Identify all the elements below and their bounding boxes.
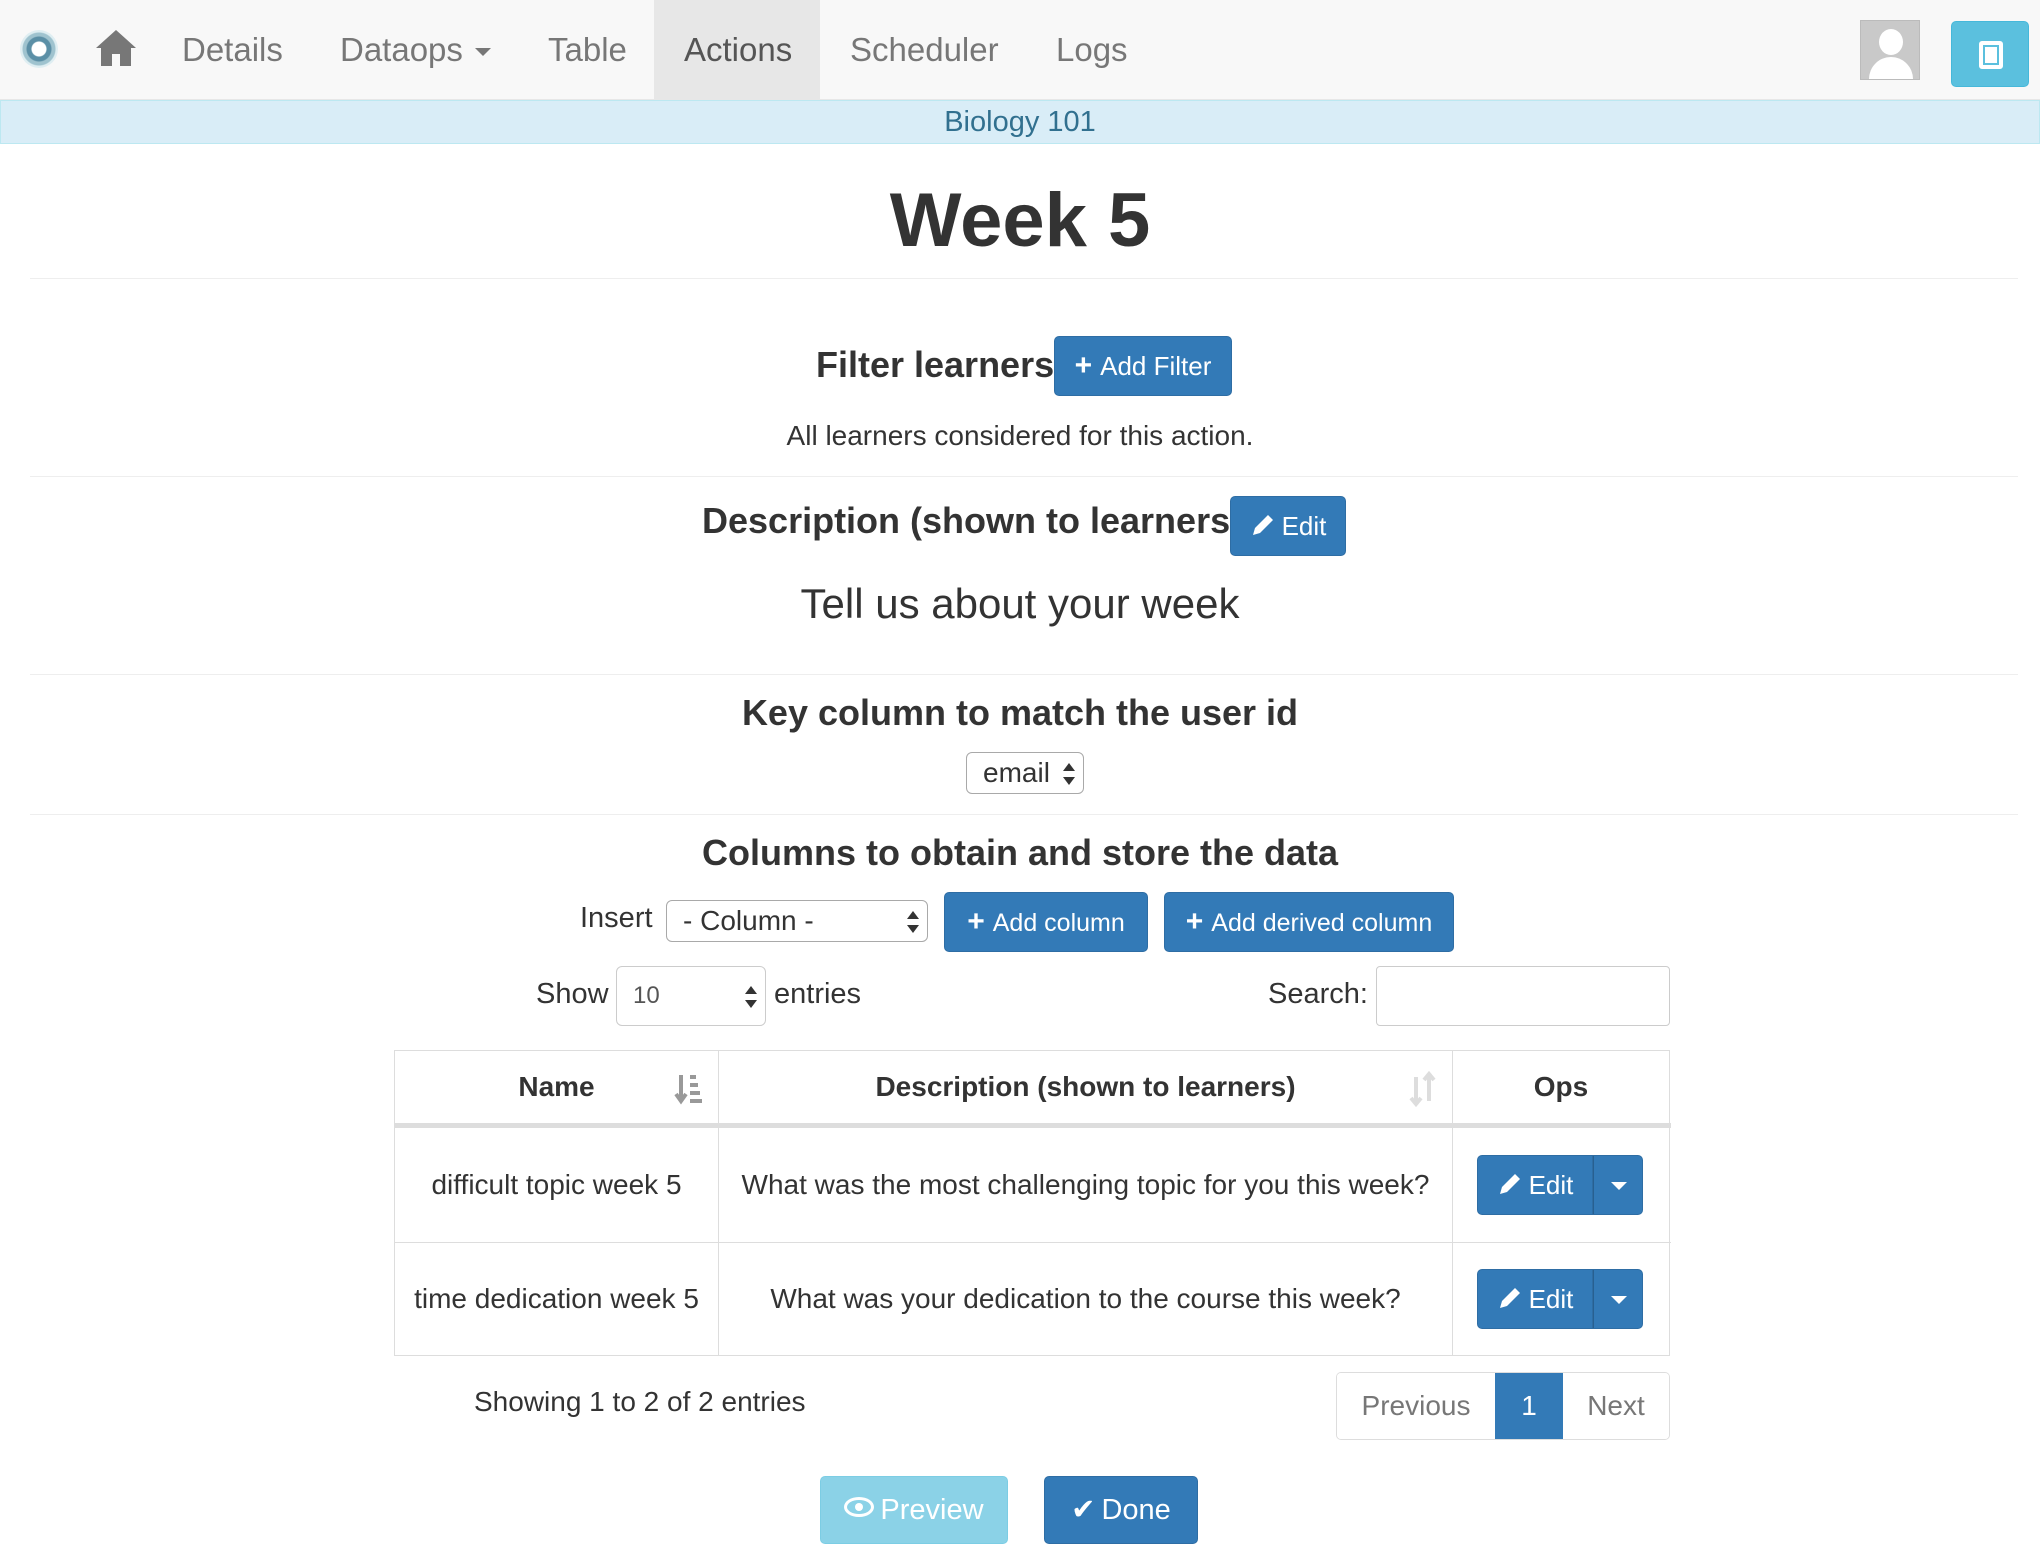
preview-button[interactable]: Preview xyxy=(820,1476,1008,1544)
description-heading: Description (shown to learners) xyxy=(702,500,1243,541)
pencil-icon xyxy=(1252,515,1273,535)
workflow-context-bar[interactable]: Biology 101 xyxy=(0,100,2040,144)
divider xyxy=(30,674,2018,675)
pagination-previous[interactable]: Previous xyxy=(1337,1373,1495,1439)
user-avatar[interactable] xyxy=(1860,20,1920,80)
filter-heading: Filter learners xyxy=(816,344,1055,385)
column-header-description[interactable]: Description (shown to learners) xyxy=(719,1051,1453,1123)
search-label: Search: xyxy=(1268,978,1368,1010)
table-header-row: Name Description (shown to learners) Ops xyxy=(395,1051,1671,1123)
divider xyxy=(30,278,2018,279)
column-header-ops: Ops xyxy=(1533,1071,1589,1102)
edit-column-split-button: Edit xyxy=(1477,1155,1643,1215)
page-size-value: 10 xyxy=(633,982,660,1009)
add-column-label: Add column xyxy=(992,909,1125,937)
sort-both-icon xyxy=(1409,1071,1436,1107)
table-info: Showing 1 to 2 of 2 entries xyxy=(474,1386,806,1417)
divider xyxy=(30,814,2018,815)
pencil-icon xyxy=(1499,1174,1520,1194)
filter-note: All learners considered for this action. xyxy=(786,420,1254,451)
entries-label: entries xyxy=(774,978,862,1010)
edit-column-label: Edit xyxy=(1528,1170,1574,1200)
key-column-select[interactable]: email xyxy=(966,752,1084,794)
preview-label: Preview xyxy=(880,1494,984,1526)
nav-scheduler[interactable]: Scheduler xyxy=(820,0,1029,100)
key-column-heading: Key column to match the user id xyxy=(741,692,1299,733)
checkmark-icon: ✔ xyxy=(1071,1494,1096,1526)
edit-column-split-button: Edit xyxy=(1477,1269,1643,1329)
page-size-select[interactable]: 10 xyxy=(616,966,766,1026)
description-text: Tell us about your week xyxy=(800,580,1240,627)
done-label: Done xyxy=(1101,1494,1171,1526)
nav-actions[interactable]: Actions xyxy=(654,0,820,100)
insert-column-value: - Column - xyxy=(683,905,814,936)
top-navbar: Details Dataops Table Actions Scheduler … xyxy=(0,0,2040,100)
nav-dataops[interactable]: Dataops xyxy=(310,0,521,100)
pagination-next[interactable]: Next xyxy=(1563,1373,1669,1439)
edit-dropdown-toggle[interactable] xyxy=(1593,1269,1643,1329)
add-column-button[interactable]: + Add column xyxy=(944,892,1148,952)
insert-column-select[interactable]: - Column - xyxy=(666,900,928,942)
eye-icon xyxy=(844,1497,875,1517)
edit-column-button[interactable]: Edit xyxy=(1477,1269,1593,1329)
edit-column-label: Edit xyxy=(1528,1284,1574,1314)
documentation-button[interactable] xyxy=(1951,21,2029,87)
avatar-body xyxy=(1869,57,1913,79)
row-ops: Edit xyxy=(1453,1243,1669,1355)
edit-column-button[interactable]: Edit xyxy=(1477,1155,1593,1215)
select-arrows-icon xyxy=(1063,763,1075,785)
columns-heading: Columns to obtain and store the data xyxy=(701,832,1339,873)
workflow-name[interactable]: Biology 101 xyxy=(944,106,1096,138)
nav-details[interactable]: Details xyxy=(152,0,313,100)
select-arrows-icon xyxy=(907,911,919,933)
done-button[interactable]: ✔ Done xyxy=(1044,1476,1198,1544)
sort-ascending-icon xyxy=(674,1075,702,1105)
row-description: What was the most challenging topic for … xyxy=(719,1128,1453,1242)
page-title: Week 5 xyxy=(889,178,1151,263)
pagination: Previous 1 Next xyxy=(1336,1372,1670,1440)
ontask-logo-icon[interactable] xyxy=(20,30,58,68)
header-name-label: Name xyxy=(518,1071,595,1102)
row-ops: Edit xyxy=(1453,1128,1669,1242)
select-arrows-icon xyxy=(745,986,757,1008)
add-filter-label: Add Filter xyxy=(1100,351,1212,381)
nav-logs[interactable]: Logs xyxy=(1026,0,1158,100)
show-label: Show xyxy=(536,978,609,1010)
book-icon xyxy=(1979,41,2003,69)
plus-icon: + xyxy=(1074,349,1093,382)
nav-dataops-label: Dataops xyxy=(340,31,463,68)
add-derived-column-label: Add derived column xyxy=(1211,909,1433,937)
table-row: time dedication week 5 What was your ded… xyxy=(395,1243,1671,1355)
add-filter-button[interactable]: + Add Filter xyxy=(1054,336,1232,396)
table-row: difficult topic week 5 What was the most… xyxy=(395,1128,1671,1242)
row-description: What was your dedication to the course t… xyxy=(719,1243,1453,1355)
edit-dropdown-toggle[interactable] xyxy=(1593,1155,1643,1215)
edit-description-button[interactable]: Edit xyxy=(1230,496,1346,556)
plus-icon: + xyxy=(1185,905,1204,938)
insert-label: Insert xyxy=(580,902,653,934)
avatar-head xyxy=(1879,29,1903,55)
filter-section: Filter learners + Add Filter xyxy=(0,336,2040,398)
key-column-value: email xyxy=(983,757,1050,788)
column-header-name[interactable]: Name xyxy=(395,1051,719,1123)
columns-table: Name Description (shown to learners) Ops… xyxy=(394,1050,1671,1356)
edit-description-label: Edit xyxy=(1281,511,1327,541)
pagination-page-1[interactable]: 1 xyxy=(1495,1373,1563,1439)
plus-icon: + xyxy=(967,905,985,938)
header-description-label: Description (shown to learners) xyxy=(875,1071,1296,1102)
row-name: difficult topic week 5 xyxy=(395,1128,719,1242)
home-icon[interactable] xyxy=(94,26,138,70)
chevron-down-icon xyxy=(474,48,491,57)
pencil-icon xyxy=(1499,1288,1520,1308)
divider xyxy=(30,476,2018,477)
nav-table[interactable]: Table xyxy=(518,0,657,100)
row-name: time dedication week 5 xyxy=(395,1243,719,1355)
add-derived-column-button[interactable]: + Add derived column xyxy=(1164,892,1454,952)
search-input[interactable] xyxy=(1376,966,1670,1026)
